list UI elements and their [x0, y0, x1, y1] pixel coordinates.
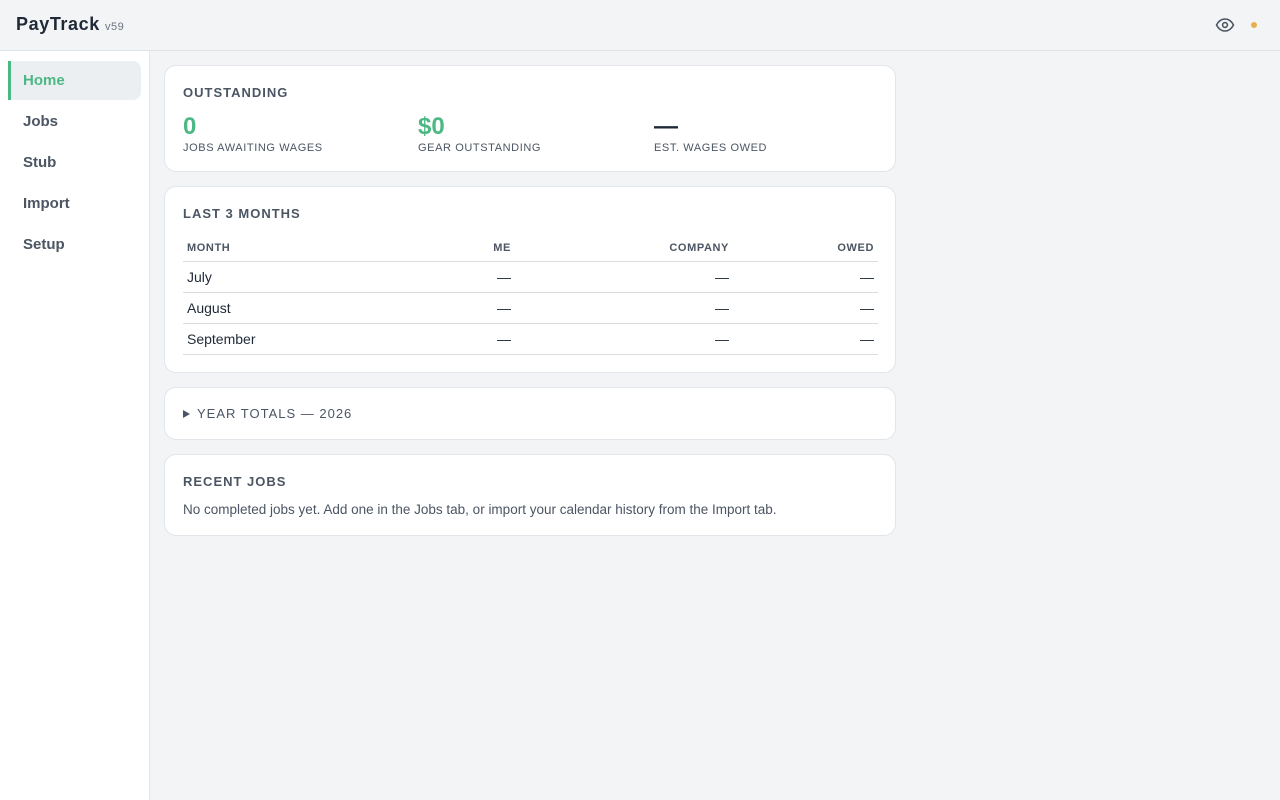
outstanding-title: OUTSTANDING	[183, 85, 289, 100]
cell-month: August	[183, 292, 343, 324]
disclosure-triangle-icon	[183, 409, 190, 418]
year-totals-toggle[interactable]: YEAR TOTALS — 2026	[183, 406, 352, 421]
recent-jobs-card: RECENT JOBS No completed jobs yet. Add o…	[164, 454, 896, 536]
sidebar-item-jobs[interactable]: Jobs	[8, 102, 141, 141]
cell-owed: —	[733, 261, 878, 293]
stat-value: —	[654, 113, 678, 140]
last-3-months-title: LAST 3 MONTHS	[183, 206, 301, 221]
stat-gear-outstanding: $0 GEAR OUTSTANDING	[418, 112, 541, 154]
cell-company: —	[515, 261, 733, 293]
column-header-month: MONTH	[183, 235, 343, 262]
year-totals-label: YEAR TOTALS — 2026	[197, 406, 353, 421]
table-row: July — — —	[183, 261, 878, 293]
stat-jobs-awaiting: 0 JOBS AWAITING WAGES	[183, 112, 323, 154]
cell-company: —	[515, 292, 733, 324]
cell-owed: —	[733, 292, 878, 324]
sidebar-item-import[interactable]: Import	[8, 184, 141, 223]
stat-label: GEAR OUTSTANDING	[418, 142, 542, 154]
recent-jobs-empty-message: No completed jobs yet. Add one in the Jo…	[183, 502, 777, 517]
app-title: PayTrack	[16, 14, 100, 34]
stat-est-wages-owed: — EST. WAGES OWED	[654, 112, 767, 154]
cell-month: September	[183, 323, 343, 355]
visibility-toggle-button[interactable]	[1214, 15, 1236, 35]
top-bar: PayTrack v59	[0, 0, 1280, 51]
column-header-me: ME	[343, 235, 515, 262]
recent-jobs-title: RECENT JOBS	[183, 474, 287, 489]
status-indicator-dot	[1251, 22, 1257, 28]
stat-value: $0	[418, 113, 445, 140]
cell-month: July	[183, 261, 343, 293]
outstanding-card: OUTSTANDING 0 JOBS AWAITING WAGES $0 GEA…	[164, 65, 896, 172]
cell-me: —	[343, 261, 515, 293]
cell-me: —	[343, 292, 515, 324]
column-header-owed: OWED	[733, 235, 878, 262]
sidebar-item-home[interactable]: Home	[8, 61, 141, 100]
months-table: MONTH ME COMPANY OWED July — — — August …	[183, 235, 878, 355]
table-row: September — — —	[183, 323, 878, 355]
stat-value: 0	[183, 113, 197, 140]
stat-label: JOBS AWAITING WAGES	[183, 142, 323, 154]
cell-company: —	[515, 323, 733, 355]
sidebar-item-stub[interactable]: Stub	[8, 143, 141, 182]
last-3-months-card: LAST 3 MONTHS MONTH ME COMPANY OWED July…	[164, 186, 896, 373]
table-header-row: MONTH ME COMPANY OWED	[183, 235, 878, 262]
cell-me: —	[343, 323, 515, 355]
stat-label: EST. WAGES OWED	[654, 142, 768, 154]
sidebar: Home Jobs Stub Import Setup	[0, 51, 150, 800]
year-totals-card: YEAR TOTALS — 2026	[164, 387, 896, 440]
table-row: August — — —	[183, 292, 878, 324]
eye-icon	[1215, 18, 1235, 32]
sidebar-item-setup[interactable]: Setup	[8, 225, 141, 264]
cell-owed: —	[733, 323, 878, 355]
column-header-company: COMPANY	[515, 235, 733, 262]
app-version: v59	[105, 21, 125, 33]
